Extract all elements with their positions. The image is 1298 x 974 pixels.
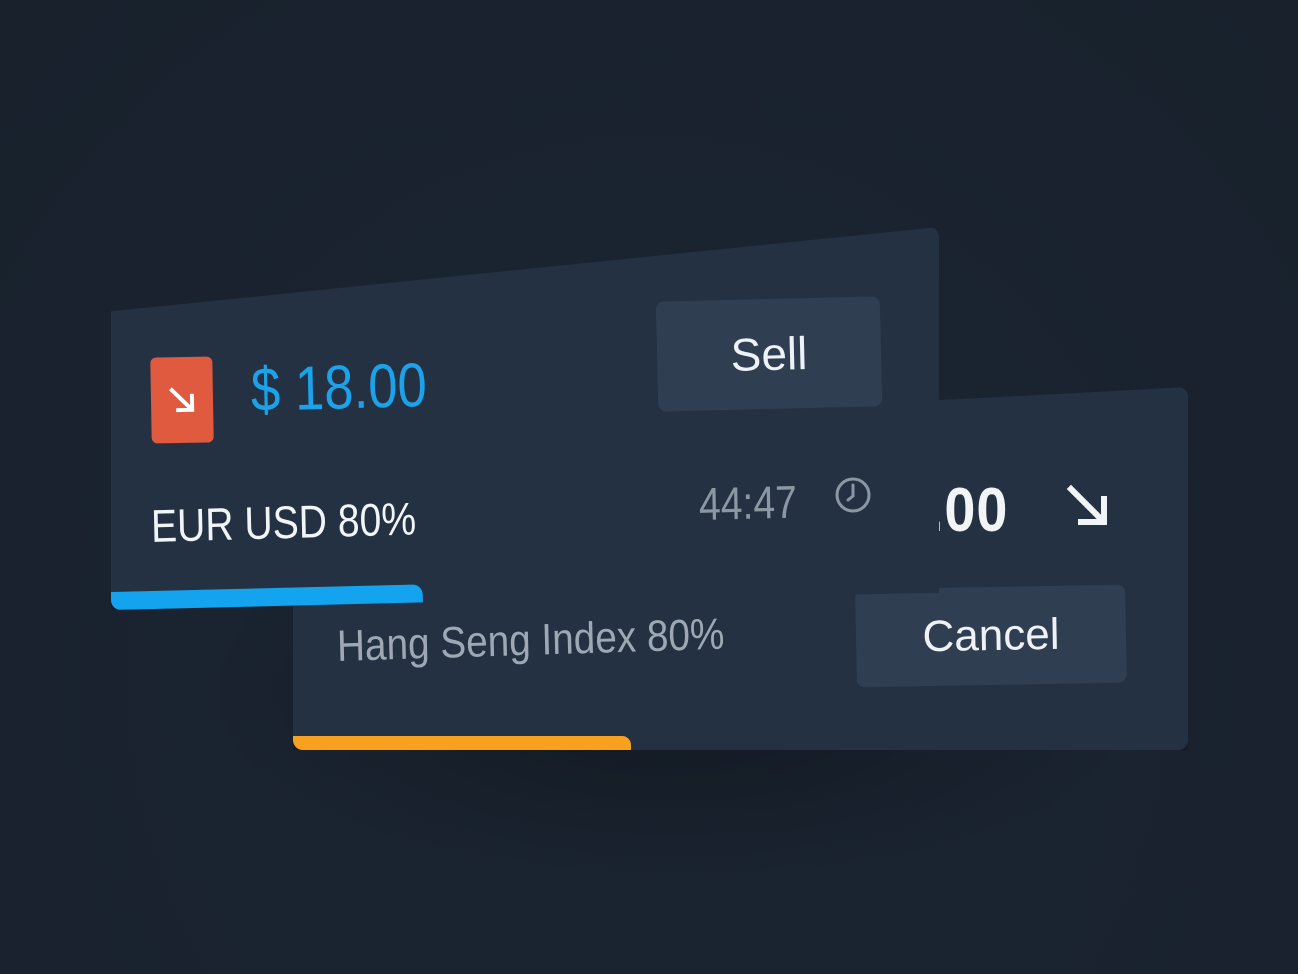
trade-amount: $ 18.00: [250, 350, 428, 425]
asset-label: Hang Seng Index 80%: [336, 609, 725, 671]
stage: .00 Hang Seng Index 80% Cancel $ 18.00 S…: [0, 0, 1298, 974]
sell-direction-badge: [150, 356, 214, 444]
arrow-down-right-icon: [168, 387, 195, 413]
trade-amount: .00: [928, 476, 1009, 545]
arrow-down-right-icon: [1066, 484, 1108, 526]
countdown-timer: 44:47: [698, 475, 798, 530]
trade-card-eur-usd: $ 18.00 Sell EUR USD 80% 44:47: [111, 227, 939, 610]
cancel-button[interactable]: Cancel: [855, 584, 1127, 688]
clock-icon: [835, 477, 871, 513]
asset-label: EUR USD 80%: [150, 492, 417, 552]
sell-button[interactable]: Sell: [655, 296, 883, 412]
trade-progress-bar: [293, 736, 631, 750]
